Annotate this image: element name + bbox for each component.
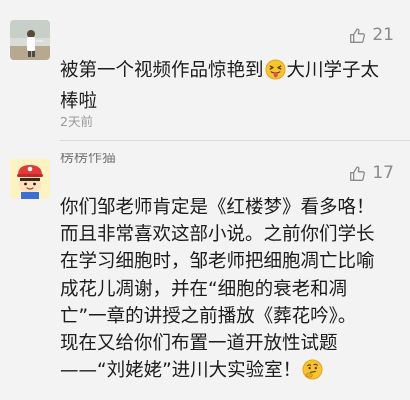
comment-item: 楞楞作猫 17 你们邹老师肯定是《红楼梦》看多咯！ 而且非常喜欢这部小说。之前你… [0, 141, 410, 400]
comment-text-line: 而且非常喜欢这部小说。之前你们学长 [60, 224, 375, 246]
comment-text: 被第一个视频作品惊艳到 大川学子太 棒啦 [60, 57, 405, 115]
comment-text-segment: 大川学子太 [286, 60, 380, 81]
comment-text-line: 棒啦 [60, 91, 98, 112]
like-button[interactable]: 21 [349, 25, 394, 45]
comment-text-segment: 被第一个视频作品惊艳到 [60, 60, 264, 81]
tongue-out-emoji [264, 59, 286, 88]
username[interactable]: 楞楞作猫 [60, 153, 210, 163]
comment-time: 2天前 [60, 114, 93, 129]
like-count: 17 [372, 163, 394, 183]
thinking-emoji [302, 359, 323, 388]
avatar-image [10, 20, 50, 60]
avatar[interactable] [10, 159, 50, 199]
like-button[interactable]: 17 [349, 163, 394, 183]
avatar[interactable] [10, 20, 50, 60]
comment-text-segment: ——“刘姥姥”进川大实验室！ [60, 360, 302, 382]
like-count: 21 [372, 25, 394, 45]
thumbs-up-icon [350, 27, 366, 43]
avatar-image [10, 159, 50, 199]
comment-text-line: 现在又给你们布置一道开放性试题 [60, 333, 338, 355]
comment-text-line: 在学习细胞时，邹老师把细胞凋亡比喻 [60, 251, 375, 273]
comment-text-line: 你们邹老师肯定是《红楼梦》看多咯！ [60, 197, 375, 218]
thumbs-up-icon [350, 165, 366, 181]
comment-text: 你们邹老师肯定是《红楼梦》看多咯！ 而且非常喜欢这部小说。之前你们学长 在学习细… [60, 194, 405, 388]
comment-list: 21 被第一个视频作品惊艳到 大川学子太 棒啦 2天前 楞楞作猫 17 你们邹老… [0, 0, 410, 400]
comment-text-line: 成花儿凋谢，并在“细胞的衰老和凋 [60, 278, 348, 300]
username[interactable] [60, 26, 260, 42]
comment-item: 21 被第一个视频作品惊艳到 大川学子太 棒啦 2天前 [0, 0, 410, 140]
comment-text-line: 亡”一章的讲授之前播放《葬花吟》。 [60, 305, 357, 327]
